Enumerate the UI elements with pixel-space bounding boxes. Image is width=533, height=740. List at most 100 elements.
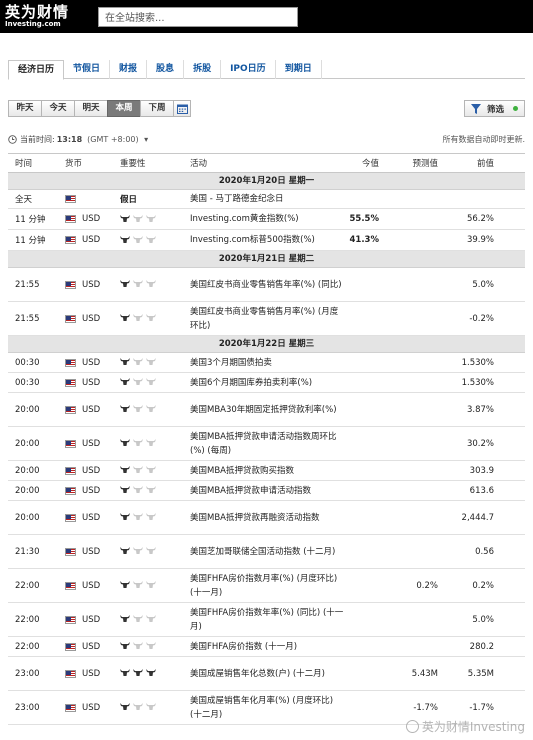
event-name[interactable]: 美国MBA抵押贷款再融资活动指数 — [180, 511, 345, 525]
bull-icon — [133, 214, 143, 222]
day-button-0[interactable]: 昨天 — [8, 100, 42, 117]
event-name[interactable]: 美国 - 马丁路德金纪念日 — [180, 192, 345, 206]
table-row[interactable]: 21:55 USD 美国红皮书商业零售销售年率(%) (同比) 5.0% — [8, 268, 525, 302]
day-button-1[interactable]: 今天 — [41, 100, 75, 117]
table-row[interactable]: 20:00 USD 美国MBA抵押贷款申请活动指数周环比(%) (每周) 30.2% — [8, 427, 525, 461]
col-actual[interactable]: 今值 — [323, 157, 382, 169]
bull-icon — [146, 547, 156, 554]
bull-icon — [120, 703, 130, 710]
event-currency: USD — [58, 669, 110, 679]
event-currency: USD — [58, 547, 110, 557]
search-input[interactable]: 在全站搜索... — [98, 6, 298, 27]
tab-2[interactable]: 财报 — [110, 60, 148, 79]
watermark-text: 英为财情Investing — [421, 720, 525, 734]
event-name[interactable]: 美国芝加哥联储全国活动指数 (十二月) — [180, 545, 345, 559]
filter-button[interactable]: 筛选 — [463, 100, 525, 117]
event-name[interactable]: 美国FHFA房价指数年率(%) (同比) (十一月) — [180, 606, 345, 634]
event-time: 20:00 — [15, 438, 40, 449]
bull-icon — [146, 486, 156, 493]
table-row[interactable]: 00:30 USD 美国6个月期国库券拍卖利率(%) 1.530% — [8, 373, 525, 393]
event-name[interactable]: 美国3个月期国债拍卖 — [180, 356, 345, 370]
bull-icon — [133, 581, 143, 588]
importance-bulls — [120, 547, 159, 557]
table-row[interactable]: 23:00 USD 美国成屋销售年化总数(户) (十二月) 5.43M 5.35M — [8, 657, 525, 691]
bull-icon — [120, 314, 130, 321]
top-bar: 英为财情 Investing.com 在全站搜索... — [0, 0, 533, 33]
timezone-select[interactable]: (GMT +8:00) ▾ — [87, 135, 148, 144]
col-time[interactable]: 时间 — [8, 157, 58, 169]
event-name[interactable]: 美国MBA30年期固定抵押贷款利率(%) — [180, 403, 345, 417]
event-name[interactable]: 美国6个月期国库券拍卖利率(%) — [180, 376, 345, 390]
col-currency[interactable]: 货币 — [58, 157, 110, 169]
bull-icon — [120, 615, 130, 622]
bull-icon — [146, 235, 156, 243]
bull-icon — [146, 314, 156, 321]
table-row[interactable]: 21:55 USD 美国红皮书商业零售销售月率(%) (月度环比) -0.2% — [8, 302, 525, 336]
importance-bulls — [120, 642, 159, 652]
table-row[interactable]: 11 分钟 USD Investing.com标普500指数(%) 41.3% 39.9… — [8, 230, 525, 251]
tab-0[interactable]: 经济日历 — [8, 60, 65, 80]
event-time: 21:55 — [15, 313, 40, 324]
event-name[interactable]: 美国MBA抵押贷款申请活动指数 — [180, 484, 345, 498]
importance-bulls — [120, 486, 159, 496]
event-name[interactable]: 美国成屋销售年化总数(户) (十二月) — [180, 667, 345, 681]
table-row[interactable]: 11 分钟 USD Investing.com黄金指数(%) 55.5% 56.2% — [8, 209, 525, 230]
table-row[interactable]: 00:30 USD 美国3个月期国债拍卖 1.530% — [8, 353, 525, 373]
day-button-3[interactable]: 本周 — [107, 100, 141, 117]
tab-3[interactable]: 股息 — [147, 60, 185, 79]
us-flag-icon — [65, 513, 76, 522]
col-forecast[interactable]: 预测值 — [382, 157, 442, 169]
col-event[interactable]: 活动 — [180, 157, 323, 169]
bull-icon — [146, 378, 156, 385]
col-importance[interactable]: 重要性 — [110, 157, 180, 169]
previous-value: 1.530% — [461, 377, 494, 388]
forecast-value: -1.7% — [413, 702, 438, 713]
day-button-4[interactable]: 下周 — [140, 100, 174, 117]
table-row[interactable]: 22:00 USD 美国FHFA房价指数月率(%) (月度环比) (十一月) 0.2%… — [8, 569, 525, 603]
us-flag-icon — [65, 615, 76, 624]
calendar-button[interactable] — [173, 100, 191, 117]
table-row[interactable]: 22:00 USD 美国FHFA房价指数年率(%) (同比) (十一月) 5.0% — [8, 603, 525, 637]
col-previous[interactable]: 前值 — [442, 157, 502, 169]
site-logo[interactable]: 英为财情 Investing.com — [5, 3, 90, 31]
bull-icon — [133, 358, 143, 365]
importance — [110, 235, 180, 245]
event-name[interactable]: Investing.com黄金指数(%) — [180, 212, 345, 226]
bull-icon — [133, 547, 143, 554]
event-name[interactable]: 美国MBA抵押贷款申请活动指数周环比(%) (每周) — [180, 430, 345, 458]
tab-5[interactable]: IPO日历 — [221, 60, 276, 79]
table-row[interactable]: 20:00 USD 美国MBA30年期固定抵押贷款利率(%) 3.87% — [8, 393, 525, 427]
event-currency: USD — [58, 405, 110, 415]
event-name[interactable]: Investing.com标普500指数(%) — [180, 233, 345, 247]
importance — [110, 466, 180, 476]
event-name[interactable]: 美国FHFA房价指数 (十一月) — [180, 640, 345, 654]
us-flag-icon — [65, 405, 76, 414]
event-name[interactable]: 美国FHFA房价指数月率(%) (月度环比) (十一月) — [180, 572, 345, 600]
currency-code: USD — [82, 357, 101, 368]
tab-4[interactable]: 拆股 — [184, 60, 222, 79]
tab-6[interactable]: 到期日 — [276, 60, 322, 79]
event-time: 11 分钟 — [15, 236, 46, 246]
event-name[interactable]: 美国成屋销售年化月率(%) (月度环比) (十二月) — [180, 694, 345, 722]
table-row[interactable]: 20:00 USD 美国MBA抵押贷款再融资活动指数 2,444.7 — [8, 501, 525, 535]
table-row[interactable]: 全天 假日 美国 - 马丁路德金纪念日 — [8, 190, 525, 209]
day-button-2[interactable]: 明天 — [74, 100, 108, 117]
table-row[interactable]: 20:00 USD 美国MBA抵押贷款购买指数 303.9 — [8, 461, 525, 481]
importance — [110, 486, 180, 496]
tab-1[interactable]: 节假日 — [64, 60, 111, 79]
event-name[interactable]: 美国红皮书商业零售销售月率(%) (月度环比) — [180, 305, 345, 333]
bull-icon — [133, 314, 143, 321]
event-time: 23:00 — [15, 668, 40, 679]
us-flag-icon — [65, 547, 76, 556]
logo-en: Investing.com — [5, 20, 61, 28]
table-row[interactable]: 21:30 USD 美国芝加哥联储全国活动指数 (十二月) 0.56 — [8, 535, 525, 569]
forecast-value: 0.2% — [416, 580, 438, 591]
previous-value: 5.0% — [472, 614, 494, 625]
event-name[interactable]: 美国红皮书商业零售销售年率(%) (同比) — [180, 278, 345, 292]
table-row[interactable]: 22:00 USD 美国FHFA房价指数 (十一月) 280.2 — [8, 637, 525, 657]
funnel-icon — [470, 103, 481, 114]
table-row[interactable]: 20:00 USD 美国MBA抵押贷款申请活动指数 613.6 — [8, 481, 525, 501]
event-name[interactable]: 美国MBA抵押贷款购买指数 — [180, 464, 345, 478]
day-selector: 昨天 今天 明天 本周 下周 — [8, 100, 191, 117]
previous-value: 30.2% — [466, 438, 494, 449]
